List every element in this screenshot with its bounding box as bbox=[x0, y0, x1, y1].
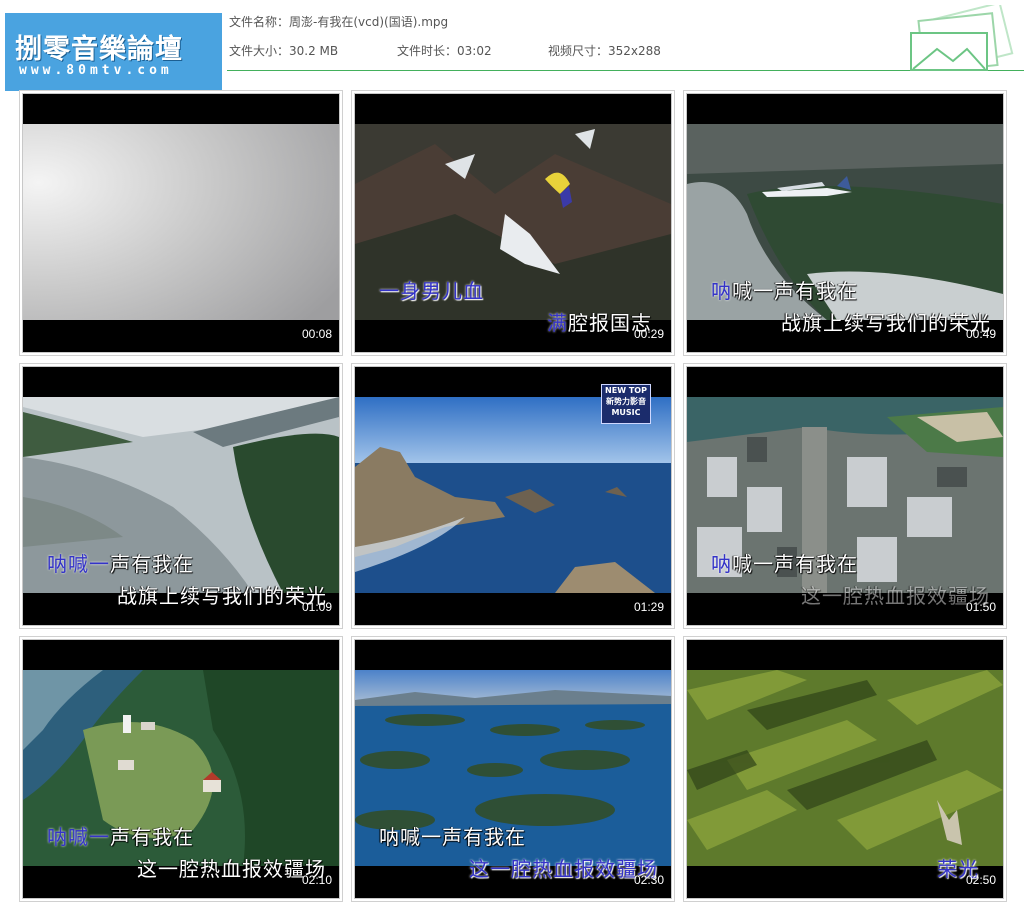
subtitle-line-2: 这一腔热血报效疆场 bbox=[137, 857, 326, 881]
site-logo: 捌零音樂論壇 www.80mtv.com bbox=[5, 13, 222, 91]
file-size-label: 文件大小： bbox=[229, 44, 290, 58]
subtitle-line-1: 呐喊一声有我在 bbox=[711, 548, 858, 577]
timestamp: 00:08 bbox=[301, 327, 332, 341]
badge-line-3: MUSIC bbox=[611, 408, 641, 417]
frame-scene-coast bbox=[355, 397, 671, 593]
thumbnail-7[interactable]: 呐喊一声有我在 这一腔热血报效疆场 02:10 bbox=[23, 640, 339, 898]
subtitle-line-1: 一身男儿血 bbox=[379, 279, 484, 303]
subtitle-line-1: 呐喊一声有我在 bbox=[711, 275, 858, 304]
image-stack-icon bbox=[910, 5, 1014, 71]
frame-scene-fog bbox=[23, 124, 339, 320]
thumbnail-3[interactable]: 呐喊一声有我在 战旗上续写我们的荣光 00:49 bbox=[687, 94, 1003, 352]
subtitle-unsung-part: 喊一声有我在 bbox=[732, 279, 858, 303]
subtitle-sung-part: 呐 bbox=[711, 552, 732, 576]
thumbnail-1[interactable]: 00:08 bbox=[23, 94, 339, 352]
subtitle-unsung-part: 喊一声有我在 bbox=[732, 552, 858, 576]
subtitle-line-2: 这一腔热血报效疆场 bbox=[469, 857, 658, 881]
timestamp: 01:50 bbox=[965, 600, 996, 614]
channel-badge: NEW TOP 新势力影音 MUSIC bbox=[601, 384, 651, 424]
timestamp: 02:10 bbox=[301, 873, 332, 887]
badge-line-1: NEW TOP bbox=[605, 386, 647, 395]
file-duration-row: 文件时长：03:02 bbox=[397, 42, 492, 59]
thumbnail-9[interactable]: 荣光 02:50 bbox=[687, 640, 1003, 898]
thumbnail-2[interactable]: 一身男儿血 满腔报国志 00:29 bbox=[355, 94, 671, 352]
file-duration-label: 文件时长： bbox=[397, 44, 458, 58]
video-frame bbox=[355, 397, 671, 593]
subtitle-line-1: 呐喊一声有我在 bbox=[379, 825, 526, 849]
subtitle-line-2: 这一腔热血报效疆场 bbox=[801, 584, 990, 608]
frame-scene-forest bbox=[687, 670, 1003, 866]
subtitle-line-2: 战旗上续写我们的荣光 bbox=[117, 584, 327, 608]
video-frame bbox=[23, 124, 339, 320]
timestamp: 02:30 bbox=[633, 873, 664, 887]
file-size-row: 文件大小：30.2 MB bbox=[229, 42, 338, 59]
file-name-label: 文件名称： bbox=[229, 15, 290, 29]
logo-title: 捌零音樂論壇 bbox=[15, 34, 183, 65]
file-duration-value: 03:02 bbox=[457, 44, 492, 58]
video-dims-label: 视频尺寸： bbox=[548, 44, 609, 58]
thumbnail-6[interactable]: 呐喊一声有我在 这一腔热血报效疆场 01:50 bbox=[687, 367, 1003, 625]
video-dims-row: 视频尺寸：352x288 bbox=[548, 42, 661, 59]
subtitle-sung-part: 满 bbox=[547, 311, 568, 335]
subtitle-line-2: 战旗上续写我们的荣光 bbox=[781, 311, 991, 335]
logo-url: www.80mtv.com bbox=[19, 63, 173, 78]
subtitle-sung-part: 呐喊一 bbox=[47, 825, 110, 849]
timestamp: 01:09 bbox=[301, 600, 332, 614]
file-name-row: 文件名称：周澎-有我在(vcd)(国语).mpg bbox=[229, 13, 448, 30]
subtitle-unsung-part: 声有我在 bbox=[110, 552, 194, 576]
video-dims-value: 352x288 bbox=[608, 44, 661, 58]
subtitle-sung-part: 呐 bbox=[711, 279, 732, 303]
subtitle-line-1: 呐喊一声有我在 bbox=[47, 821, 194, 850]
subtitle-line-1: 呐喊一声有我在 bbox=[47, 548, 194, 577]
file-size-value: 30.2 MB bbox=[289, 44, 339, 58]
subtitle-unsung-part: 声有我在 bbox=[110, 825, 194, 849]
timestamp: 00:29 bbox=[633, 327, 664, 341]
subtitle-sung-part: 呐喊一 bbox=[47, 552, 110, 576]
video-frame bbox=[687, 670, 1003, 866]
timestamp: 01:29 bbox=[633, 600, 664, 614]
timestamp: 02:50 bbox=[965, 873, 996, 887]
file-name-value: 周澎-有我在(vcd)(国语).mpg bbox=[289, 15, 449, 29]
thumbnail-5[interactable]: NEW TOP 新势力影音 MUSIC 01:29 bbox=[355, 367, 671, 625]
timestamp: 00:49 bbox=[965, 327, 996, 341]
badge-line-2: 新势力影音 bbox=[606, 397, 646, 406]
thumbnail-4[interactable]: 呐喊一声有我在 战旗上续写我们的荣光 01:09 bbox=[23, 367, 339, 625]
thumbnail-8[interactable]: 呐喊一声有我在 这一腔热血报效疆场 02:30 bbox=[355, 640, 671, 898]
